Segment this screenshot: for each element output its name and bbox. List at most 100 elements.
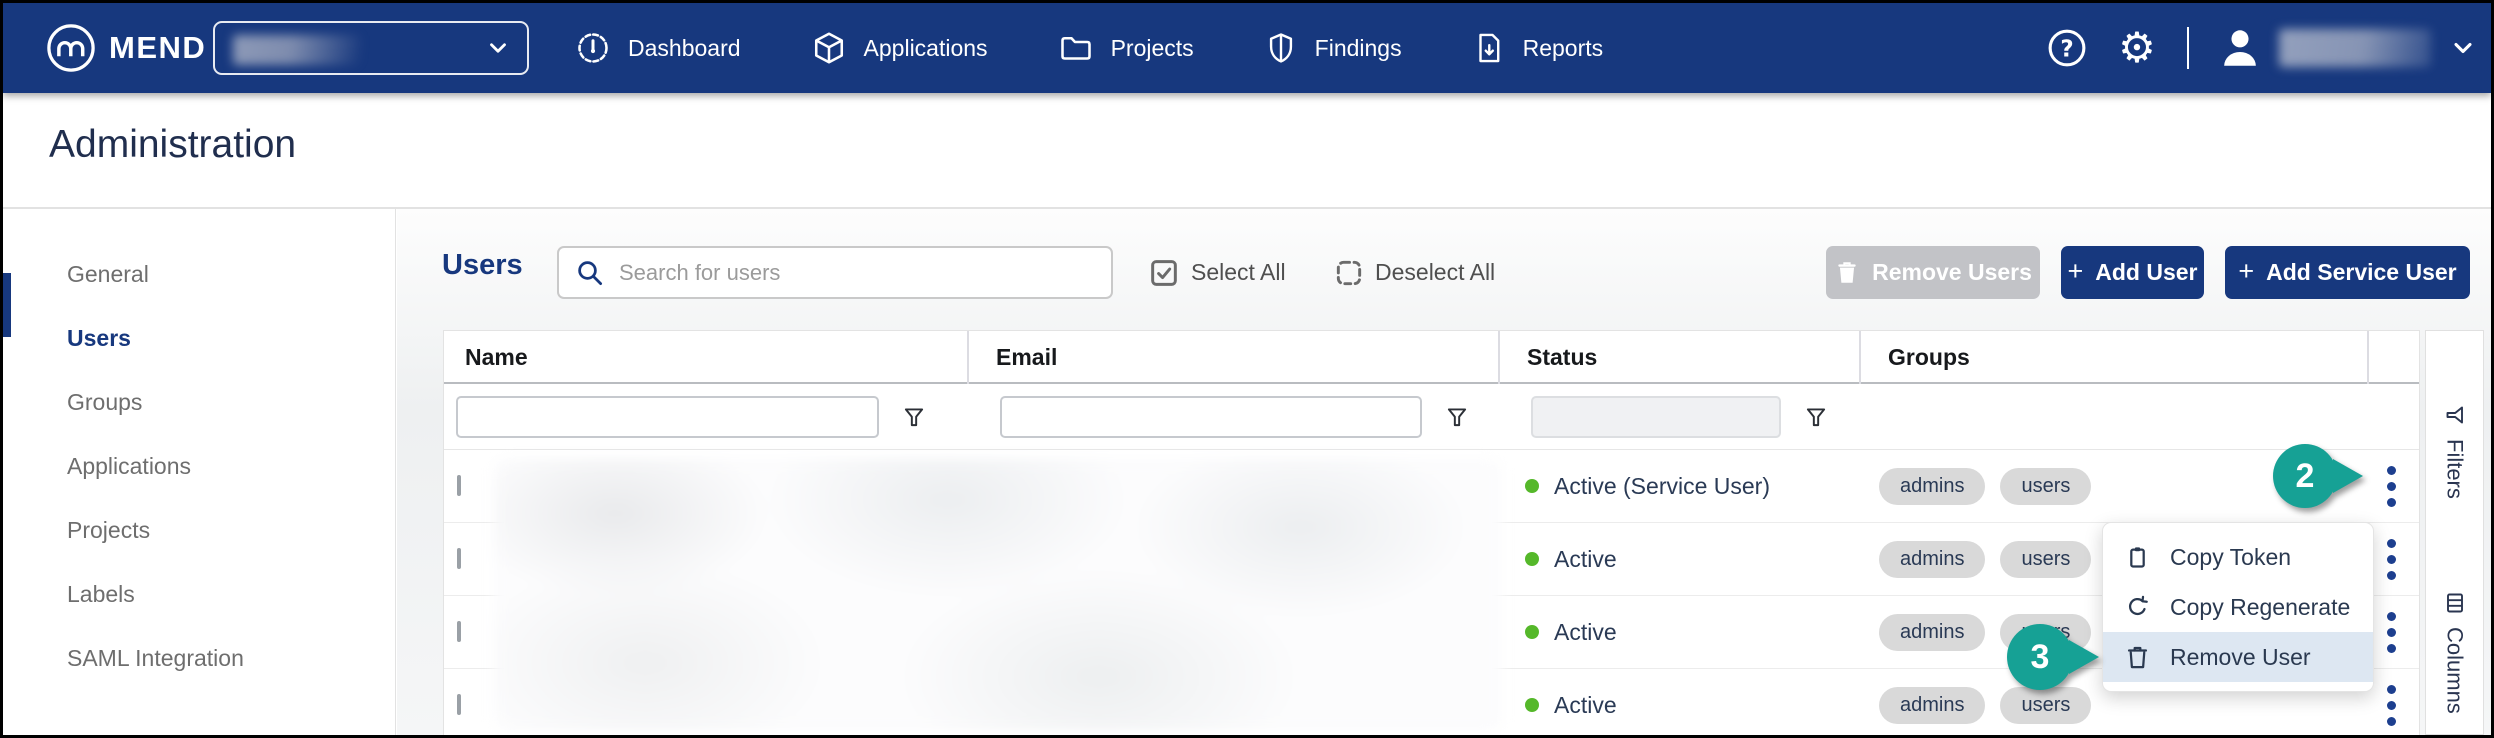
add-service-user-button[interactable]: + Add Service User — [2225, 246, 2470, 299]
group-badge: admins — [1879, 614, 1985, 651]
filters-panel-button[interactable]: Filters — [2442, 403, 2468, 499]
user-menu[interactable] — [2215, 23, 2477, 73]
nav-label: Reports — [1523, 35, 1604, 62]
sidebar-item-applications[interactable]: Applications — [3, 434, 396, 498]
nav-label: Applications — [864, 35, 988, 62]
sidebar-active-indicator — [3, 273, 11, 337]
user-search — [557, 246, 1113, 299]
sidebar-item-saml-integration[interactable]: SAML Integration — [3, 626, 396, 690]
column-header-actions — [2367, 331, 2419, 384]
nav-item-findings[interactable]: Findings — [1264, 31, 1402, 65]
row-actions-kebab-menu[interactable] — [2371, 606, 2411, 658]
nav-item-reports[interactable]: Reports — [1472, 31, 1604, 65]
nav-item-applications[interactable]: Applications — [811, 30, 988, 66]
users-heading: Users — [442, 249, 523, 282]
sidebar-item-projects[interactable]: Projects — [3, 498, 396, 562]
funnel-icon — [2443, 403, 2467, 427]
clipboard-icon — [2124, 544, 2151, 571]
row-checkbox[interactable] — [457, 694, 461, 715]
status-filter-button[interactable] — [1803, 404, 1829, 430]
row-checkbox[interactable] — [457, 548, 461, 569]
help-icon: ? — [2045, 26, 2089, 70]
page-title: Administration — [49, 123, 296, 167]
funnel-icon — [1444, 404, 1470, 430]
active-status-dot — [1525, 479, 1539, 493]
email-filter-button[interactable] — [1444, 404, 1470, 430]
settings-button[interactable]: ⚙ — [2111, 22, 2163, 74]
table-header-row: Name Email Status Groups — [444, 331, 2419, 384]
menu-item-remove-user[interactable]: Remove User — [2103, 632, 2373, 682]
sidebar-item-users[interactable]: Users — [3, 306, 396, 370]
columns-icon — [2443, 591, 2467, 615]
column-header-status[interactable]: Status — [1498, 331, 1859, 384]
page-header: Administration — [3, 93, 2491, 208]
group-badge: users — [2000, 687, 2091, 724]
svg-text:?: ? — [2060, 36, 2073, 62]
brand-name: MEND — [109, 30, 206, 66]
name-filter-input[interactable] — [456, 396, 879, 438]
nav-label: Dashboard — [628, 35, 741, 62]
top-navbar: MEND Dashboard Applications — [3, 3, 2491, 93]
trash-icon — [2124, 644, 2151, 671]
active-status-dot — [1525, 698, 1539, 712]
callout-step-2: 2 — [2273, 444, 2337, 508]
email-filter-input[interactable] — [1000, 396, 1422, 438]
menu-item-copy-token[interactable]: Copy Token — [2103, 532, 2373, 582]
sidebar-item-general[interactable]: General — [3, 242, 396, 306]
add-user-button[interactable]: + Add User — [2061, 246, 2204, 299]
sidebar-item-labels[interactable]: Labels — [3, 562, 396, 626]
menu-item-copy-regenerate[interactable]: Copy Regenerate — [2103, 582, 2373, 632]
refresh-icon — [2124, 594, 2151, 621]
folder-icon — [1058, 30, 1094, 66]
nav-label: Findings — [1315, 35, 1402, 62]
table-side-rail: Filters Columns — [2425, 330, 2484, 735]
mend-logo-icon — [45, 22, 97, 74]
chevron-down-icon — [2449, 34, 2477, 62]
remove-users-button[interactable]: Remove Users — [1826, 246, 2040, 299]
row-actions-kebab-menu[interactable] — [2371, 679, 2411, 731]
group-badge: users — [2000, 541, 2091, 578]
active-status-dot — [1525, 625, 1539, 639]
sidebar-item-groups[interactable]: Groups — [3, 370, 396, 434]
table-row: Active (Service User) admins users — [444, 450, 2419, 523]
mend-logo: MEND — [45, 3, 206, 93]
deselect-all-button[interactable]: Deselect All — [1333, 246, 1495, 299]
callout-step-3: 3 — [2007, 624, 2073, 690]
main-nav: Dashboard Applications Projects — [575, 3, 1603, 93]
column-header-groups[interactable]: Groups — [1859, 331, 2367, 384]
groups-cell: admins users — [1859, 687, 2367, 724]
status-cell: Active — [1498, 546, 1859, 573]
columns-panel-button[interactable]: Columns — [2442, 591, 2468, 714]
organization-dropdown[interactable] — [213, 21, 529, 75]
admin-sidebar: General Users Groups Applications Projec… — [3, 209, 396, 735]
funnel-icon — [901, 404, 927, 430]
dashed-square-icon — [1333, 257, 1365, 289]
status-cell: Active — [1498, 619, 1859, 646]
help-button[interactable]: ? — [2041, 22, 2093, 74]
row-actions-kebab-menu[interactable] — [2371, 460, 2411, 512]
user-avatar-icon — [2215, 23, 2265, 73]
select-all-button[interactable]: Select All — [1147, 246, 1286, 299]
report-download-icon — [1472, 31, 1506, 65]
plus-icon: + — [2067, 256, 2083, 287]
search-icon — [575, 258, 605, 288]
app-window: MEND Dashboard Applications — [0, 0, 2494, 738]
row-actions-kebab-menu[interactable] — [2371, 533, 2411, 585]
nav-item-projects[interactable]: Projects — [1058, 30, 1194, 66]
status-cell: Active (Service User) — [1498, 473, 1859, 500]
row-context-menu: Copy Token Copy Regenerate Remove User — [2102, 522, 2374, 692]
row-checkbox[interactable] — [457, 621, 461, 642]
column-header-name[interactable]: Name — [444, 331, 967, 384]
navbar-right: ? ⚙ — [2041, 3, 2477, 93]
row-checkbox[interactable] — [457, 475, 461, 496]
status-filter-input[interactable] — [1531, 396, 1781, 438]
name-filter-button[interactable] — [901, 404, 927, 430]
group-badge: admins — [1879, 541, 1985, 578]
dashboard-gauge-icon — [575, 30, 611, 66]
navbar-divider — [2187, 27, 2189, 69]
column-header-email[interactable]: Email — [967, 331, 1498, 384]
nav-item-dashboard[interactable]: Dashboard — [575, 30, 741, 66]
table-filter-row — [444, 384, 2419, 450]
search-input[interactable] — [619, 260, 1095, 286]
plus-icon: + — [2238, 256, 2254, 287]
